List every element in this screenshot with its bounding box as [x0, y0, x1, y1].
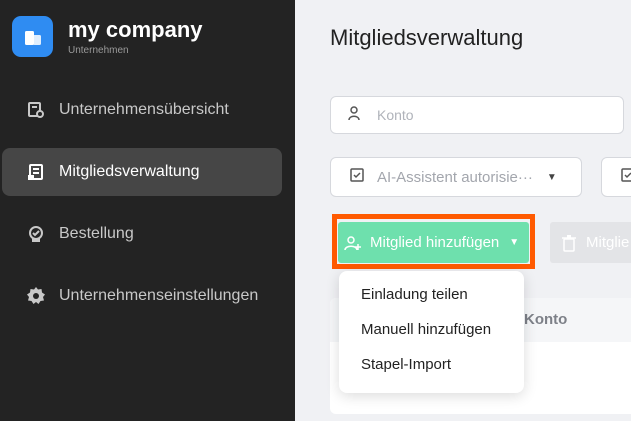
- add-member-button[interactable]: Mitglied hinzufügen ▼: [338, 222, 529, 263]
- delete-member-label: Mitglie: [586, 234, 630, 251]
- sidebar-item-label: Bestellung: [59, 225, 134, 242]
- sidebar-item-overview[interactable]: Unternehmensübersicht: [2, 86, 282, 134]
- sidebar-item-order[interactable]: Bestellung: [2, 210, 282, 258]
- caret-down-icon: ▼: [546, 171, 557, 183]
- trash-icon: [560, 234, 578, 252]
- user-icon: [347, 105, 363, 126]
- menu-item-share-invite[interactable]: Einladung teilen: [339, 277, 524, 312]
- delete-member-button[interactable]: Mitglie: [550, 222, 631, 263]
- brand[interactable]: my company Unternehmen: [12, 16, 203, 57]
- add-member-label: Mitglied hinzufügen: [370, 234, 500, 251]
- page-title: Mitgliedsverwaltung: [330, 25, 524, 50]
- checklist-icon: [620, 167, 631, 188]
- second-filter-select[interactable]: [601, 157, 631, 197]
- checklist-icon: [349, 167, 365, 188]
- filter-value: AI-Assistent autorisie···: [377, 168, 533, 186]
- search-placeholder: Konto: [377, 107, 414, 123]
- menu-item-batch-import[interactable]: Stapel-Import: [339, 347, 524, 382]
- sidebar-item-members[interactable]: Mitgliedsverwaltung: [2, 148, 282, 196]
- company-logo-icon: [12, 16, 53, 57]
- company-subtitle: Unternehmen: [68, 44, 129, 56]
- gear-icon: [26, 286, 46, 306]
- sidebar: my company Unternehmen Unternehmensübers…: [0, 0, 295, 421]
- members-icon: [26, 162, 46, 182]
- menu-item-add-manually[interactable]: Manuell hinzufügen: [339, 312, 524, 347]
- add-member-dropdown-menu: Einladung teilen Manuell hinzufügen Stap…: [339, 271, 524, 393]
- company-name: my company: [68, 16, 203, 42]
- add-user-icon: [344, 234, 362, 252]
- column-header-account: Konto: [524, 311, 568, 328]
- sidebar-item-settings[interactable]: Unternehmenseinstellungen: [2, 272, 282, 320]
- sidebar-item-label: Mitgliedsverwaltung: [59, 163, 200, 180]
- caret-down-icon: ▼: [509, 237, 520, 248]
- sidebar-item-label: Unternehmenseinstellungen: [59, 287, 259, 304]
- ai-assistant-filter-select[interactable]: AI-Assistent autorisie··· ▼: [330, 157, 582, 197]
- sidebar-item-label: Unternehmensübersicht: [59, 101, 229, 118]
- overview-icon: [26, 100, 46, 120]
- search-input[interactable]: Konto: [330, 96, 624, 134]
- order-icon: [26, 224, 46, 244]
